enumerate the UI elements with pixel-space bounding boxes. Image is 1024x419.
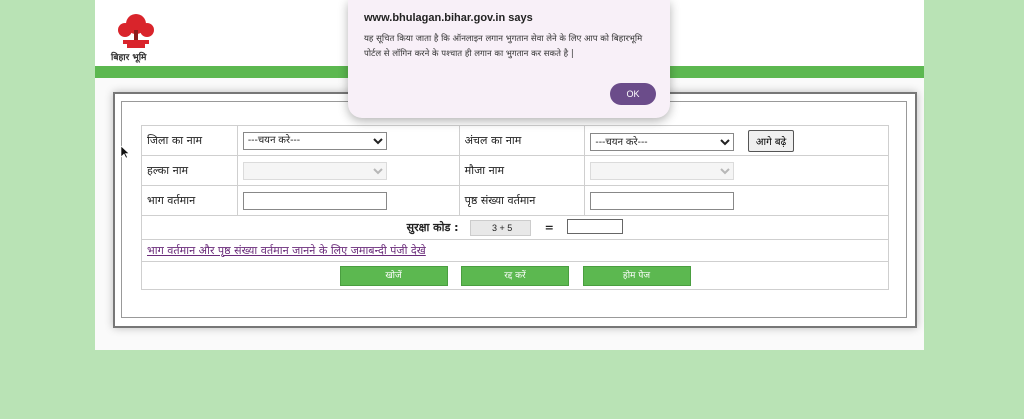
cancel-button[interactable]: रद्द करें (461, 265, 569, 286)
circle-label: अंचल का नाम (458, 125, 586, 156)
dialog-title: www.bhulagan.bihar.gov.in says (364, 12, 533, 24)
alert-dialog: www.bhulagan.bihar.gov.in says यह सूचित … (348, 0, 670, 118)
circle-select[interactable]: ---चयन करे--- (590, 133, 735, 151)
captcha-equals: = (544, 221, 554, 234)
home-page-button[interactable]: होम पेज (582, 265, 691, 286)
dialog-message: यह सूचित किया जाता है कि ऑनलाइन लगान भुग… (364, 34, 643, 59)
captcha-value: 3 + 5 (470, 220, 532, 236)
logo-text: बिहार भूमि (111, 53, 147, 63)
district-select[interactable]: ---चयन करे--- (242, 131, 387, 150)
page-number-label: पृष्ठ संख्या वर्तमान (458, 185, 586, 216)
search-button[interactable]: खोजें (339, 265, 448, 286)
mauza-label: मौजा नाम (458, 155, 586, 186)
bhag-input[interactable] (242, 191, 387, 210)
mouse-cursor-icon (120, 145, 130, 159)
page-number-input[interactable] (590, 191, 735, 210)
captcha-label: सुरक्षा कोड : (406, 221, 459, 234)
ok-button[interactable]: OK (610, 83, 656, 105)
jamabandi-register-link[interactable]: भाग वर्तमान और पृष्ठ संख्या वर्तमान जानन… (147, 244, 426, 257)
go-ahead-button[interactable]: आगे बढ़े (747, 129, 795, 152)
halka-select[interactable] (242, 161, 387, 180)
captcha-input[interactable] (567, 219, 624, 234)
land-search-form: जिला का नाम ---चयन करे--- अंचल का नाम --… (141, 125, 889, 290)
mauza-select[interactable] (590, 161, 735, 180)
halka-label: हल्का नाम (141, 155, 238, 186)
district-label: जिला का नाम (141, 125, 238, 156)
bhag-label: भाग वर्तमान (141, 185, 238, 216)
